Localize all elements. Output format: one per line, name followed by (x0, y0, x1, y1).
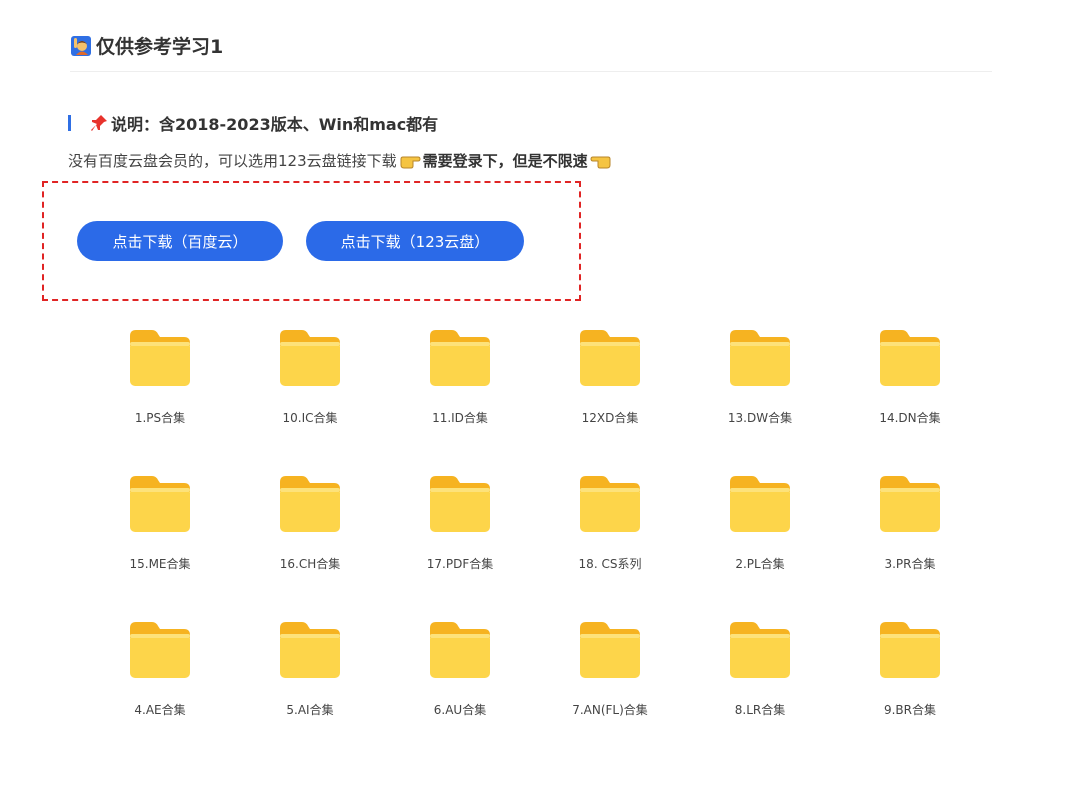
page-title-text: 仅供参考学习1 (96, 36, 224, 58)
folder-label: 4.AE合集 (134, 703, 186, 717)
heading-accent-bar (68, 115, 71, 131)
folder-label: 9.BR合集 (883, 703, 937, 717)
folder-label: 7.AN(FL)合集 (572, 703, 648, 717)
folder-label: 12XD合集 (581, 411, 639, 425)
folder-label: 16.CH合集 (279, 557, 341, 571)
folder-item[interactable]: 1.PS合集 (85, 326, 235, 472)
section-heading: 说明：含2018-2023版本、Win和mac都有 (68, 111, 438, 135)
pointing-right-hand-icon (400, 156, 421, 168)
folder-icon (880, 330, 940, 386)
folder-item[interactable]: 4.AE合集 (85, 618, 235, 764)
folder-icon (580, 476, 640, 532)
folder-label: 14.DN合集 (879, 411, 941, 425)
folder-icon (280, 622, 340, 678)
folder-label: 17.PDF合集 (426, 557, 494, 571)
folder-icon (730, 622, 790, 678)
description-line: 没有百度云盘会员的，可以选用123云盘链接下载 需要登录下，但是不限速 (68, 150, 614, 171)
folder-item[interactable]: 9.BR合集 (835, 618, 985, 764)
folder-icon (430, 622, 490, 678)
folder-label: 8.LR合集 (734, 703, 786, 717)
folder-icon (430, 330, 490, 386)
folder-label: 6.AU合集 (433, 703, 487, 717)
description-text: 没有百度云盘会员的，可以选用123云盘链接下载 (68, 152, 397, 170)
folder-item[interactable]: 18. CS系列 (535, 472, 685, 618)
folder-item[interactable]: 14.DN合集 (835, 326, 985, 472)
folder-item[interactable]: 2.PL合集 (685, 472, 835, 618)
pushpin-icon (91, 115, 107, 131)
folder-label: 10.IC合集 (282, 411, 338, 425)
folder-icon (880, 622, 940, 678)
folder-icon (130, 476, 190, 532)
person-raising-hand-icon (71, 35, 91, 56)
folder-icon (280, 476, 340, 532)
section-heading-text: 说明：含2018-2023版本、Win和mac都有 (111, 115, 439, 134)
folder-label: 1.PS合集 (134, 411, 186, 425)
title-divider (70, 71, 992, 72)
folder-item[interactable]: 12XD合集 (535, 326, 685, 472)
folder-label: 3.PR合集 (884, 557, 936, 571)
folder-item[interactable]: 8.LR合集 (685, 618, 835, 764)
folder-item[interactable]: 5.AI合集 (235, 618, 385, 764)
folder-icon (580, 622, 640, 678)
folder-item[interactable]: 17.PDF合集 (385, 472, 535, 618)
folder-label: 2.PL合集 (735, 557, 785, 571)
folder-icon (580, 330, 640, 386)
description-bold-text: 需要登录下，但是不限速 (422, 152, 588, 170)
folder-icon (730, 476, 790, 532)
folder-icon (280, 330, 340, 386)
folder-icon (130, 330, 190, 386)
page-title: 仅供参考学习1 (70, 32, 223, 59)
folder-item[interactable]: 6.AU合集 (385, 618, 535, 764)
baidu-download-button[interactable]: 点击下载（百度云） (77, 221, 283, 261)
folder-icon (880, 476, 940, 532)
folder-label: 13.DW合集 (727, 411, 793, 425)
folder-icon (130, 622, 190, 678)
folder-item[interactable]: 13.DW合集 (685, 326, 835, 472)
pan123-download-button[interactable]: 点击下载（123云盘） (306, 221, 524, 261)
folder-label: 15.ME合集 (129, 557, 191, 571)
folder-grid: 1.PS合集 10.IC合集 11.ID合集 12XD合集 13.DW合集 14.DN合集… (85, 326, 985, 764)
pointing-left-hand-icon (590, 156, 611, 168)
folder-item[interactable]: 11.ID合集 (385, 326, 535, 472)
folder-item[interactable]: 15.ME合集 (85, 472, 235, 618)
folder-label: 11.ID合集 (432, 411, 488, 425)
folder-item[interactable]: 7.AN(FL)合集 (535, 618, 685, 764)
folder-label: 18. CS系列 (578, 557, 642, 571)
folder-item[interactable]: 16.CH合集 (235, 472, 385, 618)
folder-item[interactable]: 3.PR合集 (835, 472, 985, 618)
folder-label: 5.AI合集 (286, 703, 334, 717)
folder-item[interactable]: 10.IC合集 (235, 326, 385, 472)
folder-icon (430, 476, 490, 532)
folder-icon (730, 330, 790, 386)
